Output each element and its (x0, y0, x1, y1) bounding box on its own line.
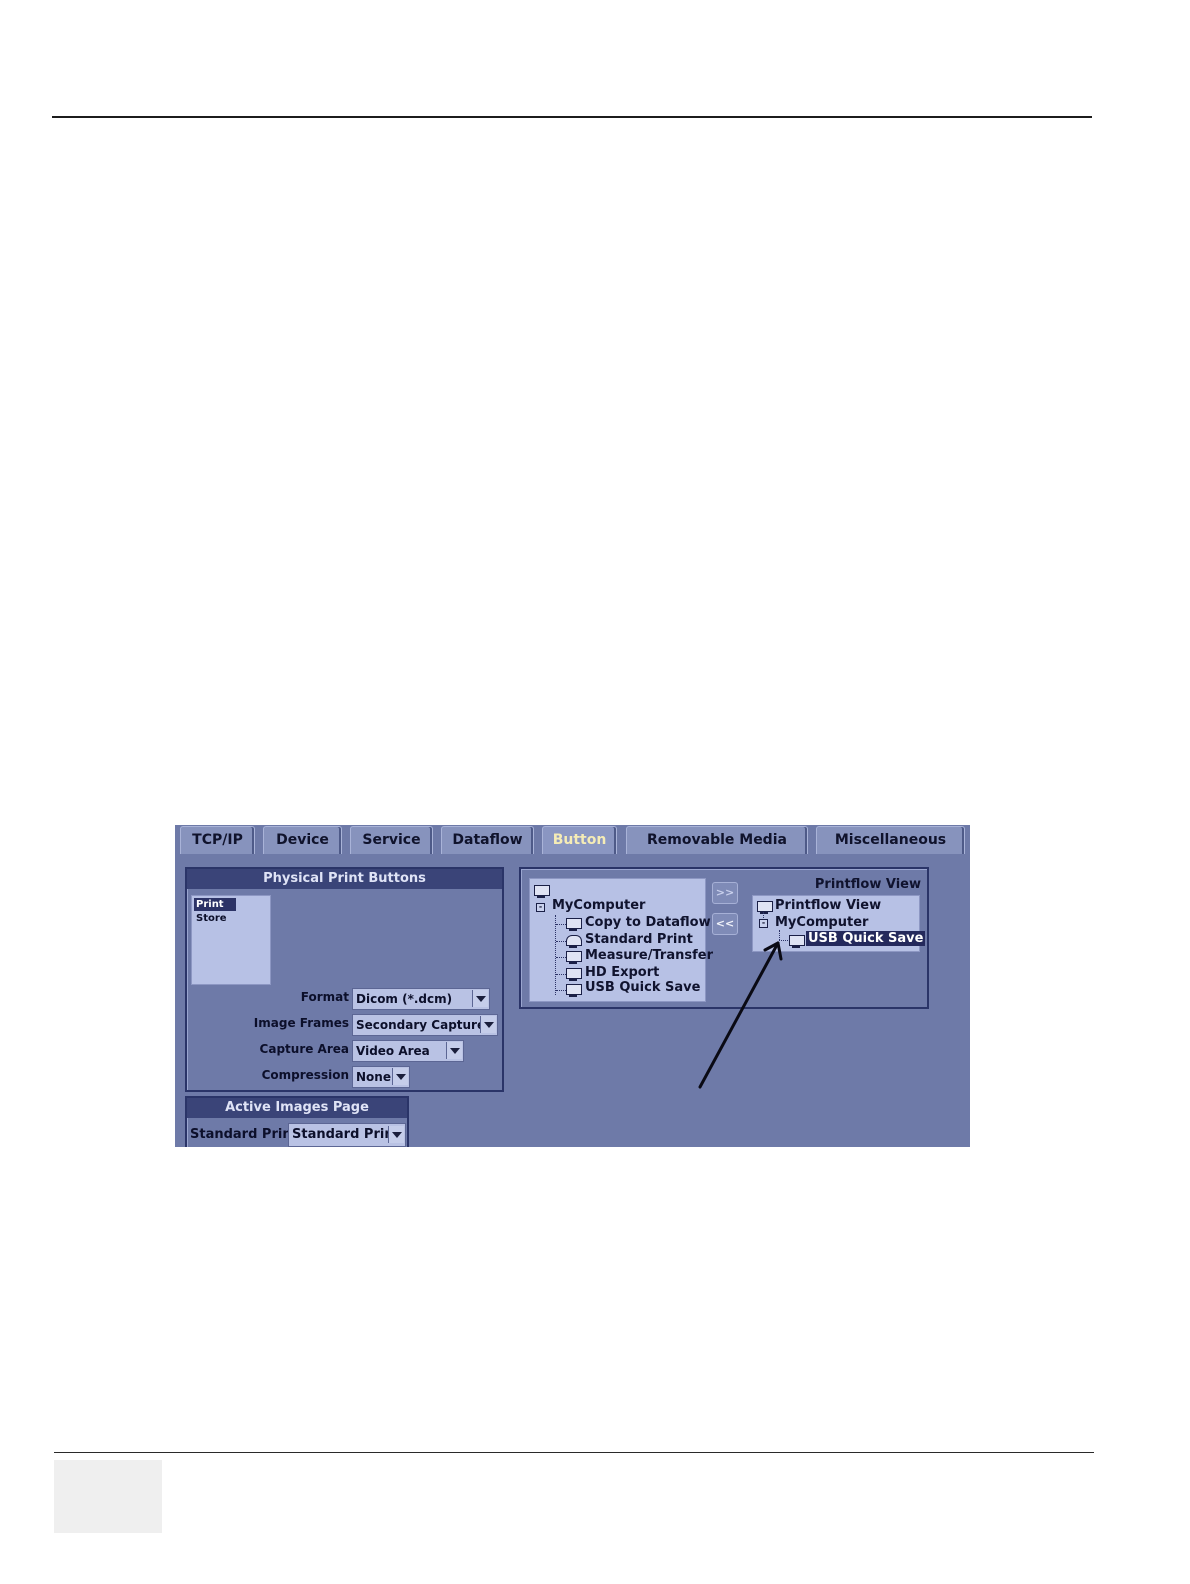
utility-config-screen: TCP/IP Device Service Dataflow Button Re… (175, 825, 970, 1147)
annotation-arrow (698, 941, 783, 1089)
footer-placeholder (54, 1460, 162, 1533)
footer-rule (54, 1452, 1094, 1453)
header-rule (52, 116, 1092, 118)
